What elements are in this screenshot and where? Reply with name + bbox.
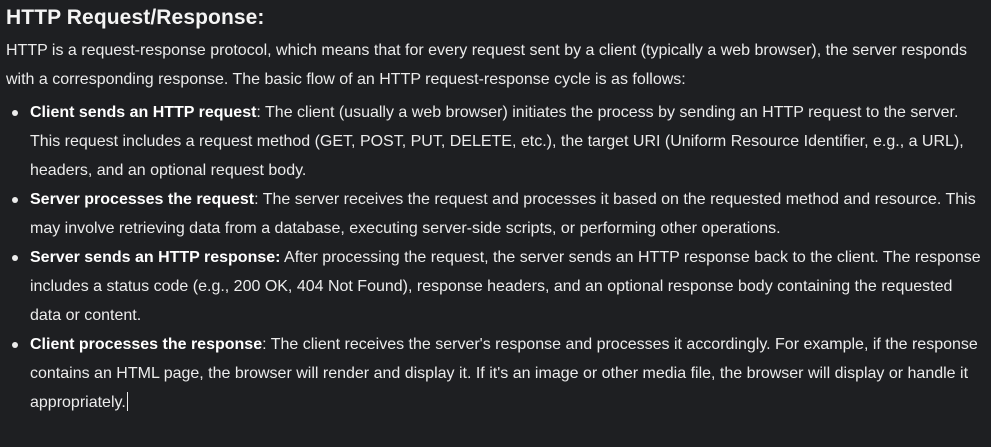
list-item-term: Client sends an HTTP request (30, 104, 257, 121)
list-item: Client processes the response: The clien… (6, 330, 986, 417)
flow-list: Client sends an HTTP request: The client… (6, 98, 986, 417)
list-item-term: Server processes the request (30, 191, 255, 208)
list-item: Server sends an HTTP response: After pro… (6, 243, 986, 330)
document-content: HTTP Request/Response: HTTP is a request… (6, 3, 986, 417)
list-item: Client sends an HTTP request: The client… (6, 98, 986, 185)
bullet-icon (12, 197, 18, 203)
bullet-icon (12, 342, 18, 348)
bullet-icon (12, 255, 18, 261)
section-heading: HTTP Request/Response: (6, 6, 265, 29)
list-item-term: Client processes the response (30, 336, 263, 353)
bullet-icon (12, 110, 18, 116)
list-item: Server processes the request: The server… (6, 185, 986, 243)
text-cursor (126, 392, 128, 411)
list-item-term: Server sends an HTTP response: (30, 249, 281, 266)
intro-paragraph: HTTP is a request-response protocol, whi… (6, 42, 968, 88)
